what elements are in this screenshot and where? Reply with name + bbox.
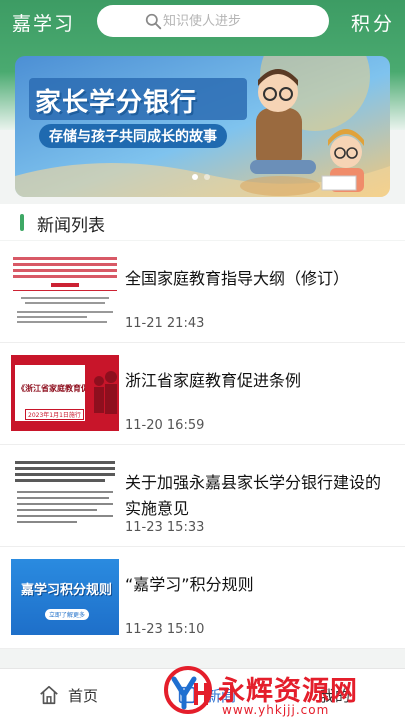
poster-button: 立即了解更多: [45, 609, 90, 620]
news-title: 全国家庭教育指导大纲（修订）: [125, 269, 350, 288]
news-thumbnail-poster: 《浙江省家庭教育促进条例》 2023年1月1日施行: [11, 355, 119, 431]
news-section-header: 新闻列表: [0, 204, 405, 240]
tab-home-label: 首页: [68, 686, 99, 705]
search-input[interactable]: [163, 13, 333, 29]
watermark: 永辉资源网 www.yhkjjj.com: [160, 661, 405, 720]
news-item[interactable]: 全国家庭教育指导大纲（修订） 11-21 21:43: [0, 241, 405, 343]
watermark-logo-icon: [164, 666, 212, 714]
carousel-indicator[interactable]: [192, 174, 210, 180]
carousel-dot[interactable]: [192, 174, 198, 180]
news-date: 11-23 15:33: [125, 520, 205, 535]
banner-illustration: [240, 69, 364, 196]
news-thumbnail-document: [11, 457, 119, 533]
tab-home[interactable]: 首页: [38, 669, 98, 720]
news-thumbnail-document: [11, 253, 119, 329]
news-title: “嘉学习”积分规则: [125, 575, 254, 594]
banner-subtitle: 存储与孩子共同成长的故事: [39, 124, 227, 148]
banner-carousel[interactable]: 家长学分银行 存储与孩子共同成长的故事: [15, 56, 390, 197]
search-icon: [145, 13, 162, 30]
carousel-dot[interactable]: [204, 174, 210, 180]
news-date: 11-23 15:10: [125, 622, 205, 637]
points-button[interactable]: 积分: [351, 9, 395, 36]
home-icon: [40, 685, 58, 705]
news-title: 浙江省家庭教育促进条例: [125, 371, 302, 390]
news-title: 关于加强永嘉县家长学分银行建设的实施意见: [125, 473, 382, 518]
app-title: 嘉学习: [12, 13, 76, 35]
news-item[interactable]: 《浙江省家庭教育促进条例》 2023年1月1日施行 浙江省家庭教育促进条例 11…: [0, 343, 405, 445]
news-date: 11-20 16:59: [125, 418, 205, 433]
news-item[interactable]: 关于加强永嘉县家长学分银行建设的实施意见 11-23 15:33: [0, 445, 405, 547]
watermark-url: www.yhkjjj.com: [222, 703, 330, 717]
news-thumbnail-poster: 嘉学习积分规则 立即了解更多: [11, 559, 119, 635]
search-bar[interactable]: [97, 5, 333, 37]
poster-date: 2023年1月1日施行: [25, 409, 84, 420]
poster-title: 嘉学习积分规则: [21, 583, 113, 598]
banner-title: 家长学分银行: [35, 88, 198, 118]
news-item[interactable]: 嘉学习积分规则 立即了解更多 “嘉学习”积分规则 11-23 15:10: [0, 547, 405, 649]
section-title: 新闻列表: [37, 216, 105, 236]
section-accent-bar: [20, 214, 24, 231]
news-date: 11-21 21:43: [125, 316, 205, 331]
poster-title: 《浙江省家庭教育促进条例》: [17, 384, 85, 393]
news-list: 全国家庭教育指导大纲（修订） 11-21 21:43 《浙江省家庭教育促进条例》…: [0, 241, 405, 649]
